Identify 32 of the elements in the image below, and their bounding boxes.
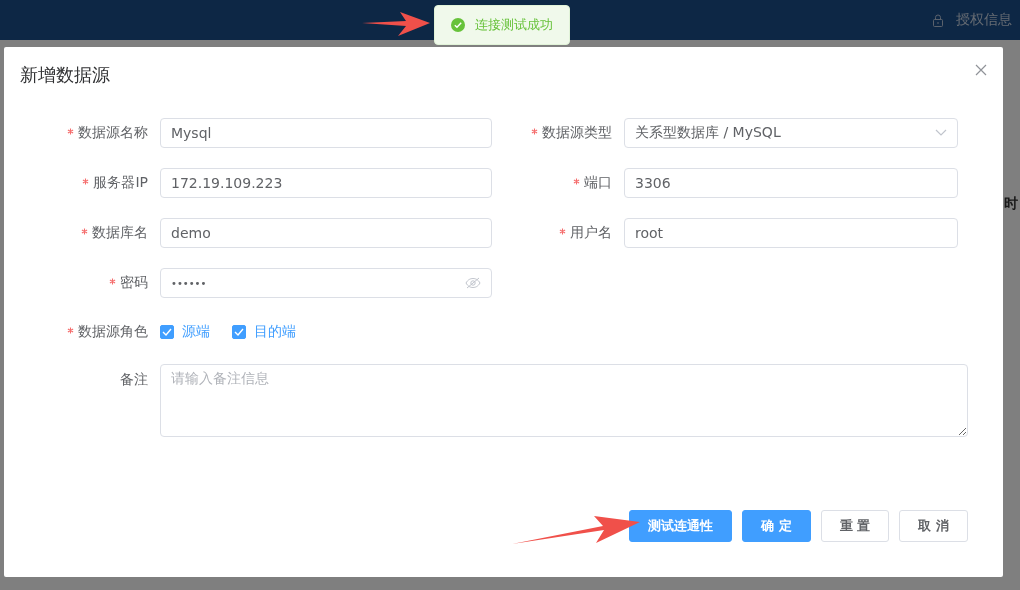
dialog-title: 新增数据源: [20, 63, 110, 87]
chevron-down-icon: [935, 129, 947, 137]
checkbox[interactable]: [160, 325, 174, 339]
dialog-button[interactable]: 重 置: [820, 510, 890, 542]
field-label: 端口: [584, 174, 612, 192]
close-button[interactable]: [975, 64, 987, 76]
close-icon: [975, 64, 987, 76]
column-header: 时: [1004, 195, 1018, 213]
field-label: 数据库名: [92, 224, 148, 242]
check-icon: [234, 328, 244, 336]
check-icon: [162, 328, 172, 336]
toast-message: 连接测试成功: [434, 5, 570, 45]
field-label: 服务器IP: [93, 174, 148, 192]
field-label: 数据源角色: [78, 323, 148, 341]
success-icon: [451, 18, 465, 32]
lock-icon: [932, 13, 944, 27]
field-label: 数据源名称: [78, 124, 148, 142]
field-label: 数据源类型: [542, 124, 612, 142]
dialog-button[interactable]: 取 消: [899, 510, 968, 542]
password-field[interactable]: ••••••: [160, 268, 492, 298]
remark-field[interactable]: 请输入备注信息: [160, 364, 968, 437]
field-label: 用户名: [570, 224, 612, 242]
input-field[interactable]: demo: [160, 218, 492, 248]
field-label: 密码: [120, 274, 148, 292]
input-field[interactable]: Mysql: [160, 118, 492, 148]
input-field[interactable]: root: [624, 218, 958, 248]
select-field[interactable]: 关系型数据库 / MySQL: [624, 118, 958, 148]
input-field[interactable]: 172.19.109.223: [160, 168, 492, 198]
checkbox[interactable]: [232, 325, 246, 339]
input-field[interactable]: 3306: [624, 168, 958, 198]
field-label: 备注: [120, 371, 148, 389]
eye-off-icon: [465, 277, 481, 289]
